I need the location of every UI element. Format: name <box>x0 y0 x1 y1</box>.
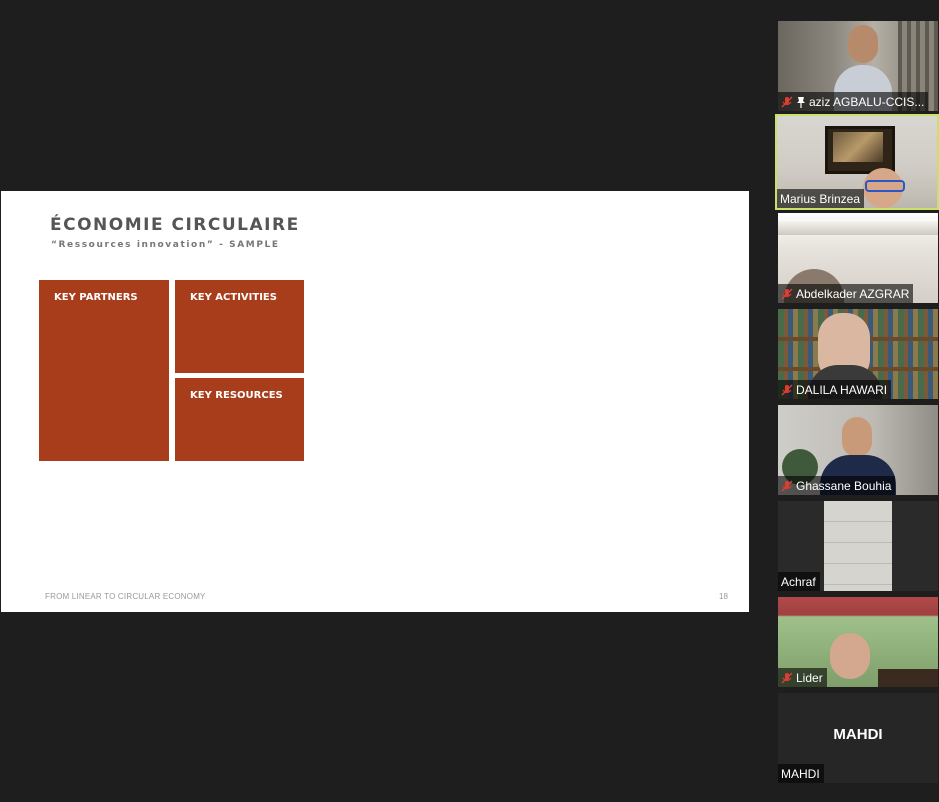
slide-page-number: 18 <box>719 592 728 601</box>
muted-mic-icon <box>781 96 793 107</box>
participant-name: DALILA HAWARI <box>796 382 888 397</box>
slide-footer: FROM LINEAR TO CIRCULAR ECONOMY <box>45 592 206 601</box>
slide-subtitle: “Ressources innovation” - SAMPLE <box>51 240 280 250</box>
participant-tile[interactable]: Ghassane Bouhia <box>778 405 938 495</box>
participant-name-bar: Ghassane Bouhia <box>778 476 896 495</box>
participant-center-label: MAHDI <box>833 726 883 743</box>
participant-name: Marius Brinzea <box>780 191 861 206</box>
pin-icon <box>797 96 805 108</box>
participant-name-bar: Lider <box>778 668 827 687</box>
participant-tile[interactable]: Achraf <box>778 501 938 591</box>
participant-name: aziz AGBALU-CCIS... <box>809 94 925 109</box>
muted-mic-icon <box>781 288 793 299</box>
participant-name-bar: Achraf <box>778 572 820 591</box>
participant-name: Ghassane Bouhia <box>796 478 892 493</box>
participant-tile-speaking[interactable]: Marius Brinzea <box>775 114 939 210</box>
participant-tile[interactable]: aziz AGBALU-CCIS... <box>778 21 938 111</box>
muted-mic-icon <box>781 384 793 395</box>
participant-name: Lider <box>796 670 823 685</box>
participant-tile-video-off[interactable]: MAHDI MAHDI <box>778 693 938 783</box>
participant-tile[interactable]: Lider <box>778 597 938 687</box>
muted-mic-icon <box>781 672 793 683</box>
slide-title: ÉCONOMIE CIRCULAIRE <box>50 215 300 235</box>
participant-name-bar: Marius Brinzea <box>777 189 865 208</box>
participant-name-bar: Abdelkader AZGRAR <box>778 284 914 303</box>
participant-name: MAHDI <box>781 766 820 781</box>
participant-name: Abdelkader AZGRAR <box>796 286 910 301</box>
participant-name: Achraf <box>781 574 816 589</box>
shared-slide: ÉCONOMIE CIRCULAIRE “Ressources innovati… <box>1 191 749 612</box>
participant-name-bar: aziz AGBALU-CCIS... <box>778 92 929 111</box>
participant-name-bar: MAHDI <box>778 764 824 783</box>
key-partners-block: KEY PARTNERS <box>39 280 169 461</box>
participant-tile[interactable]: DALILA HAWARI <box>778 309 938 399</box>
key-activities-block: KEY ACTIVITIES <box>175 280 304 373</box>
participant-name-bar: DALILA HAWARI <box>778 380 892 399</box>
key-resources-block: KEY RESOURCES <box>175 378 304 461</box>
participant-tile[interactable]: Abdelkader AZGRAR <box>778 213 938 303</box>
muted-mic-icon <box>781 480 793 491</box>
